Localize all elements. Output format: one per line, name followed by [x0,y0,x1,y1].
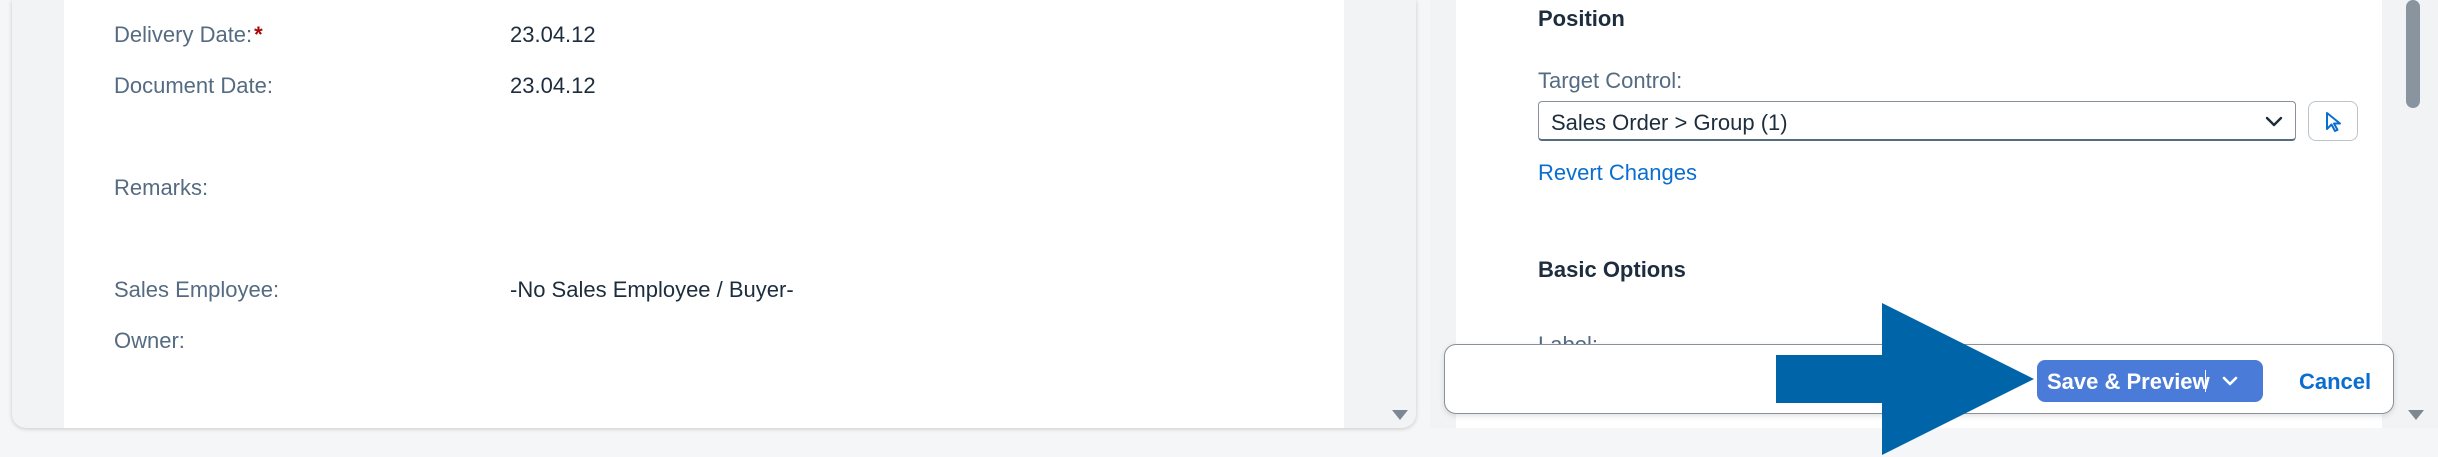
arrow-right-annotation-icon [1776,303,2034,455]
basic-options-section-title: Basic Options [1538,257,1686,282]
save-preview-label: Save & Preview [2047,369,2210,394]
target-control-select[interactable]: Sales Order > Group (1) [1538,101,2296,141]
delivery-date-label: Delivery Date:* [114,22,263,47]
form-content [64,0,1344,428]
delivery-date-value[interactable]: 23.04.12 [510,22,596,48]
sales-employee-value[interactable]: -No Sales Employee / Buyer- [510,277,794,303]
position-section-title: Position [1538,6,1625,31]
target-control-label: Target Control: [1538,68,1683,93]
button-divider [2205,370,2206,392]
document-date-value[interactable]: 23.04.12 [510,73,596,99]
pick-control-button[interactable] [2308,101,2358,141]
target-control-value: Sales Order > Group (1) [1551,110,1788,135]
cursor-pointer-icon [2326,112,2341,132]
owner-label: Owner: [114,328,185,353]
scroll-down-icon[interactable] [2408,410,2424,420]
chevron-down-icon [2265,116,2283,127]
save-preview-button[interactable]: Save & Preview [2037,360,2263,402]
document-date-label: Document Date: [114,73,273,98]
remarks-label: Remarks: [114,175,209,200]
cancel-button[interactable]: Cancel [2299,369,2371,395]
form-panel [12,0,1416,428]
revert-changes-link[interactable]: Revert Changes [1538,160,1697,186]
chevron-down-icon[interactable] [2217,368,2243,394]
sales-employee-label: Sales Employee: [114,277,280,302]
scrollbar-thumb[interactable] [2406,0,2420,108]
scroll-down-icon[interactable] [1392,410,1408,420]
required-mark: * [254,22,263,47]
